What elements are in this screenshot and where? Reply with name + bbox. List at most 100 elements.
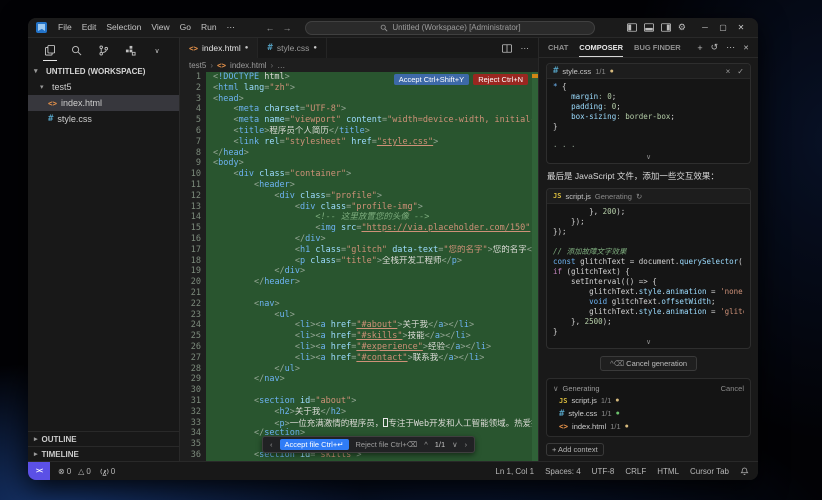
accept-all-button[interactable]: Accept Ctrl+Shift+Y <box>394 74 469 85</box>
add-context-button[interactable]: + Add context <box>546 443 604 456</box>
folder-test5[interactable]: ▾ test5 <box>28 79 179 95</box>
minimize-button[interactable]: ─ <box>696 23 714 32</box>
toggle-secondary-sidebar-icon[interactable] <box>661 23 671 32</box>
status-dot-icon: ● <box>616 410 620 417</box>
file-label: script.js <box>571 396 596 405</box>
status-spaces-4[interactable]: Spaces: 4 <box>545 467 581 476</box>
more-icon[interactable]: ⋯ <box>726 42 735 53</box>
next-diff-icon[interactable]: › <box>465 440 468 449</box>
panel-tab-chat[interactable]: CHAT <box>548 38 568 57</box>
menu-view[interactable]: View <box>146 22 174 33</box>
nav-back-icon[interactable]: ← <box>261 23 278 33</box>
maximize-button[interactable]: ▢ <box>714 23 732 32</box>
generating-file-style.css[interactable]: #style.css1/1● <box>553 407 744 420</box>
search-icon[interactable] <box>69 41 85 61</box>
error-icon: ⊗ <box>58 467 65 476</box>
tab-index.html[interactable]: <>index.html● <box>180 38 258 58</box>
remote-indicator[interactable]: >< <box>28 462 50 480</box>
new-chat-icon[interactable]: + <box>697 43 702 53</box>
explorer-icon[interactable] <box>42 41 58 61</box>
css-line: } <box>553 122 744 132</box>
panel-tab-bug-finder[interactable]: BUG FINDER <box>634 38 681 57</box>
notifications-bell-icon[interactable] <box>740 467 749 476</box>
title-bar: FileEditSelectionViewGoRun⋯ ← → Untitled… <box>28 18 758 38</box>
code-line: <ul> <box>213 310 532 321</box>
cancel-link[interactable]: Cancel <box>721 384 744 393</box>
prev-diff-icon[interactable]: ‹ <box>270 440 273 449</box>
composer-body: # style.css 1/1 ● × ✓ * { margin: 0; pad… <box>539 58 758 461</box>
file-index.html[interactable]: <>index.html <box>28 95 179 111</box>
panel-tab-composer[interactable]: COMPOSER <box>579 38 623 57</box>
chevron-down-icon[interactable]: ∨ <box>149 41 165 61</box>
line-number: 9 <box>180 158 201 169</box>
menu-selection[interactable]: Selection <box>101 22 146 33</box>
code-content[interactable]: <!DOCTYPE html><html lang="zh"><head> <m… <box>206 72 532 461</box>
menu-more[interactable]: ⋯ <box>222 22 241 33</box>
chevron-down-icon[interactable]: ∨ <box>553 384 559 393</box>
nav-forward-icon[interactable]: → <box>278 23 295 33</box>
status-ln-1-col-1[interactable]: Ln 1, Col 1 <box>495 467 534 476</box>
js-line: }); <box>553 227 744 237</box>
css-line: * { <box>553 82 744 92</box>
js-file-icon: JS <box>553 192 561 200</box>
card-file-name[interactable]: style.css <box>562 67 591 76</box>
generating-file-script.js[interactable]: JSscript.js1/1● <box>553 394 744 407</box>
close-panel-icon[interactable]: ✕ <box>743 44 749 52</box>
outline-section[interactable]: ▸ OUTLINE <box>28 431 179 446</box>
toggle-panel-icon[interactable] <box>644 23 654 32</box>
workspace-root[interactable]: ▾ UNTITLED (WORKSPACE) <box>28 63 179 79</box>
reject-block-icon[interactable]: × <box>726 67 731 76</box>
menu-edit[interactable]: Edit <box>77 22 102 33</box>
js-line: void glitchText.offsetWidth; <box>553 297 744 307</box>
file-style.css[interactable]: #style.css <box>28 111 179 127</box>
ports-indicator[interactable]: 0 <box>100 467 115 476</box>
expand-chevron-icon[interactable]: ∨ <box>547 338 750 348</box>
down-icon[interactable]: ∨ <box>452 440 458 449</box>
menu-file[interactable]: File <box>53 22 77 33</box>
toggle-sidebar-icon[interactable] <box>627 23 637 32</box>
diff-navigation-bar: ‹ Accept file Ctrl+↵ Reject file Ctrl+⌫ … <box>262 436 475 453</box>
status-cursor-tab[interactable]: Cursor Tab <box>690 467 729 476</box>
split-editor-icon[interactable] <box>502 44 512 53</box>
explorer-sidebar: ∨ ▾ UNTITLED (WORKSPACE) ▾ test5 <>index… <box>28 38 180 461</box>
extensions-icon[interactable] <box>122 41 138 61</box>
cancel-generation-button[interactable]: ^⌫ Cancel generation <box>600 356 697 371</box>
line-number: 20 <box>180 277 201 288</box>
reject-all-button[interactable]: Reject Ctrl+N <box>473 74 528 85</box>
js-line: glitchText.style.animation = 'none'; <box>553 287 744 297</box>
timeline-section[interactable]: ▸ TIMELINE <box>28 446 179 461</box>
menu-run[interactable]: Run <box>196 22 222 33</box>
status-crlf[interactable]: CRLF <box>625 467 646 476</box>
line-number: 1 <box>180 72 201 83</box>
breadcrumb-file[interactable]: index.html <box>230 61 266 70</box>
app-logo-icon[interactable] <box>36 22 47 33</box>
card-file-name[interactable]: script.js <box>565 192 590 201</box>
generating-file-index.html[interactable]: <>index.html1/1● <box>553 420 744 433</box>
up-icon[interactable]: ^ <box>424 440 428 449</box>
html-file-icon: <> <box>189 44 198 53</box>
chevron-collapsed-icon: ▸ <box>34 450 38 458</box>
status-html[interactable]: HTML <box>657 467 679 476</box>
minimap[interactable] <box>532 72 538 461</box>
close-button[interactable]: ✕ <box>732 23 750 32</box>
modified-dot-icon[interactable]: ● <box>245 45 249 51</box>
history-icon[interactable]: ↺ <box>711 42 719 53</box>
settings-gear-icon[interactable]: ⚙ <box>678 22 686 33</box>
breadcrumb-more[interactable]: … <box>277 61 285 70</box>
accept-file-button[interactable]: Accept file Ctrl+↵ <box>280 439 349 450</box>
modified-dot-icon[interactable]: ● <box>313 45 317 51</box>
menu-go[interactable]: Go <box>175 22 196 33</box>
accept-block-icon[interactable]: ✓ <box>737 67 744 76</box>
command-center-search[interactable]: Untitled (Workspace) [Administrator] <box>305 21 595 35</box>
file-label: style.css <box>568 409 597 418</box>
status-utf-8[interactable]: UTF-8 <box>592 467 615 476</box>
code-line: </header> <box>213 277 532 288</box>
tab-style.css[interactable]: #style.css● <box>258 38 327 58</box>
problems-indicator[interactable]: ⊗ 0 △ 0 <box>58 467 91 476</box>
breadcrumb-folder[interactable]: test5 <box>189 61 206 70</box>
source-control-icon[interactable] <box>96 41 112 61</box>
assistant-message: 最后是 JavaScript 文件，添加一些交互效果： <box>546 169 751 183</box>
expand-chevron-icon[interactable]: ∨ <box>547 153 750 163</box>
more-actions-icon[interactable]: ⋯ <box>521 43 530 54</box>
reject-file-button[interactable]: Reject file Ctrl+⌫ <box>356 440 418 449</box>
